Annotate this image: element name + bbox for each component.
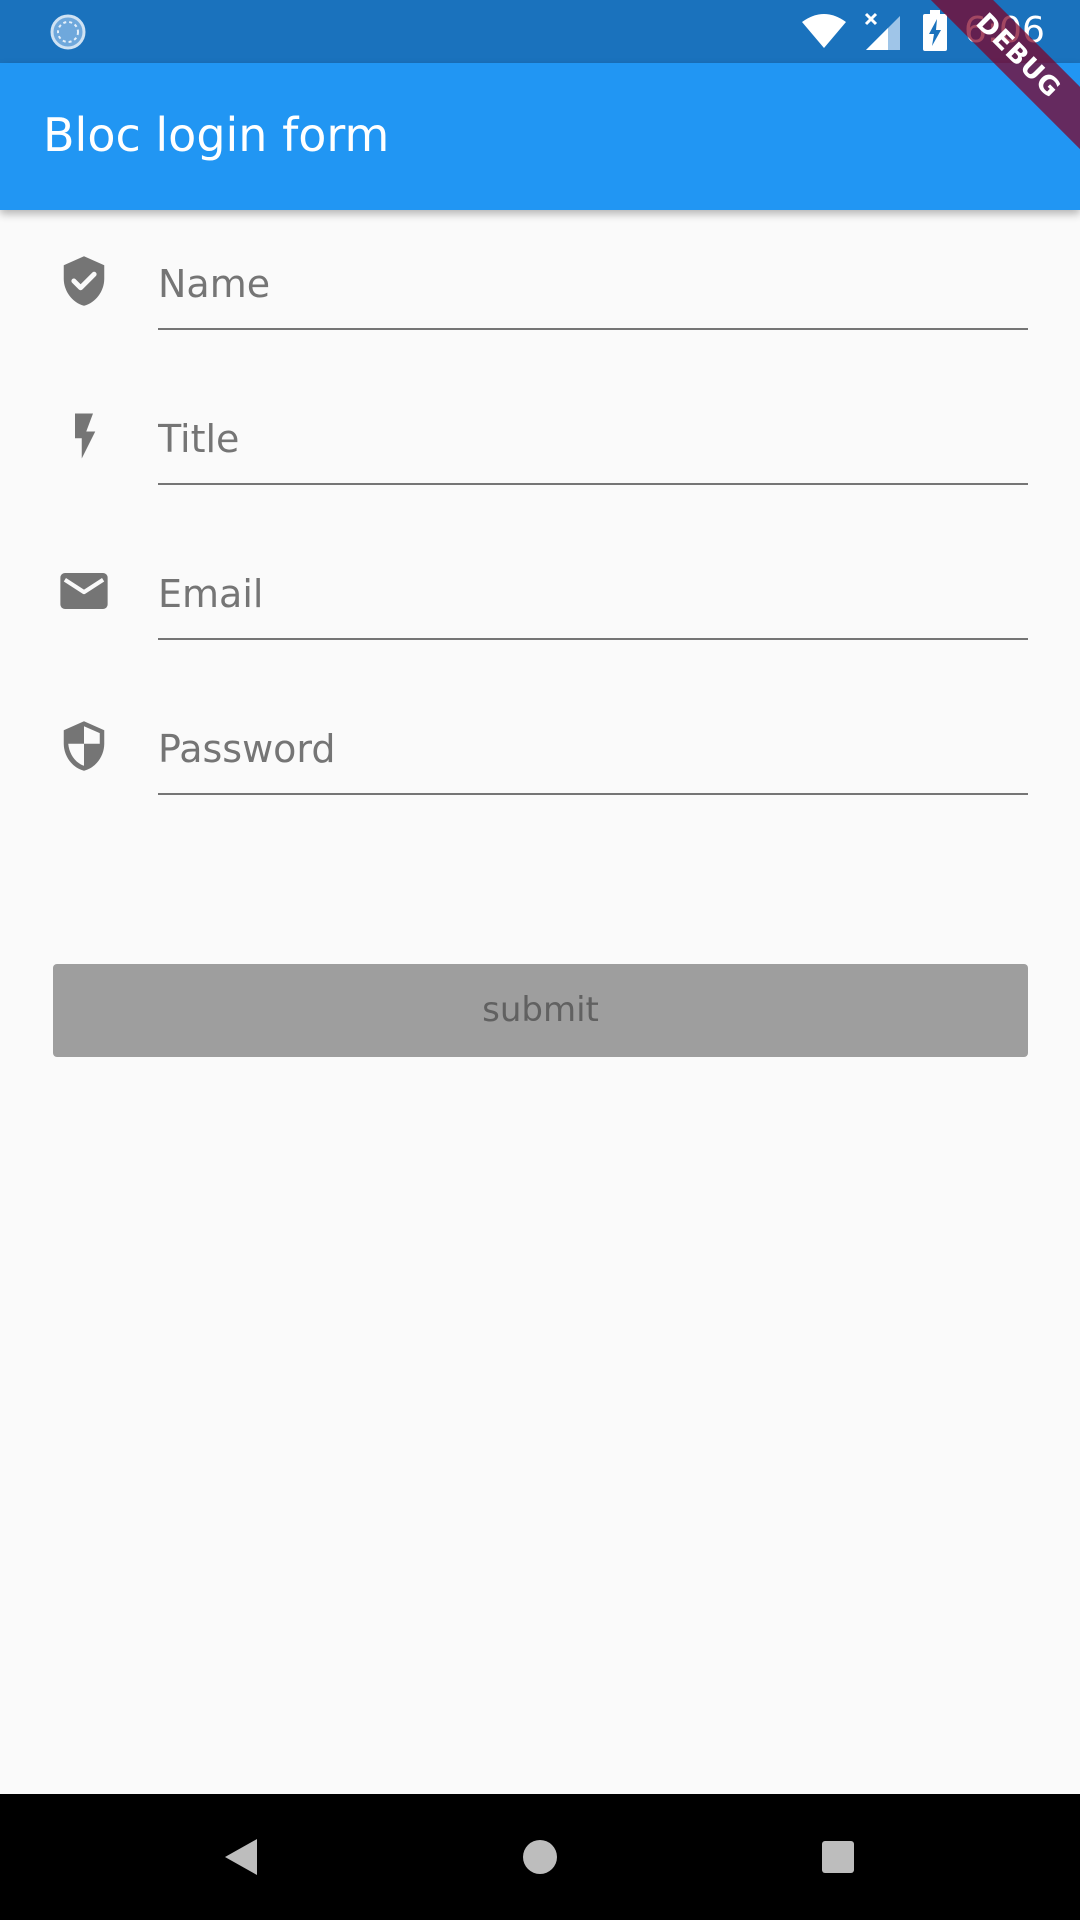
submit-button[interactable]: submit: [53, 964, 1028, 1057]
name-field-row: [0, 210, 1080, 330]
battery-charging-icon: [923, 10, 947, 51]
password-input[interactable]: [158, 705, 1028, 795]
email-input[interactable]: [158, 550, 1028, 640]
title-input[interactable]: [158, 395, 1028, 485]
back-icon[interactable]: [211, 1827, 271, 1887]
app-bar: Bloc login form: [0, 63, 1080, 210]
security-shield-icon: [63, 721, 105, 771]
wifi-icon: [802, 14, 846, 48]
signal-icon: [864, 12, 900, 50]
email-field-row: [0, 520, 1080, 640]
status-time: 6:06: [964, 10, 1045, 51]
home-icon[interactable]: [510, 1827, 570, 1887]
flash-icon: [75, 413, 96, 459]
recents-icon[interactable]: [808, 1827, 868, 1887]
name-input[interactable]: [158, 240, 1028, 330]
sync-icon: [50, 14, 86, 50]
verified-shield-icon: [63, 256, 105, 306]
email-icon: [60, 573, 108, 609]
navigation-bar: [0, 1794, 1080, 1920]
status-bar: 6:06: [0, 0, 1080, 63]
password-field-row: [0, 675, 1080, 795]
title-field-row: [0, 365, 1080, 485]
page-title: Bloc login form: [43, 108, 390, 162]
